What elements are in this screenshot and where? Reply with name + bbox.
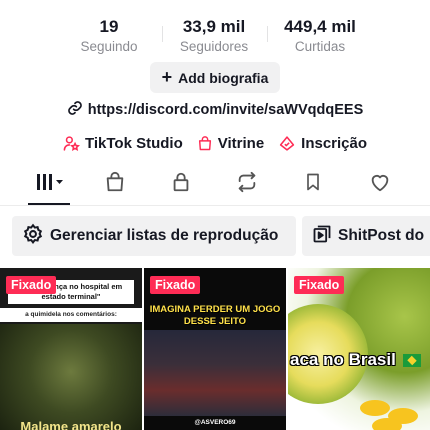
video-handle: @ASVERO69: [194, 419, 236, 426]
followers-count: 33,9 mil: [182, 17, 246, 36]
tiktok-studio-label: TikTok Studio: [84, 134, 183, 152]
vitrine-label: Vitrine: [217, 134, 265, 152]
video-overlay-label: aca no Brasil: [290, 350, 396, 369]
gear-icon: [22, 223, 44, 250]
tab-favorites[interactable]: [283, 166, 343, 202]
manage-playlists-label: Gerenciar listas de reprodução: [50, 227, 279, 244]
profile-stats: 19 Seguindo 33,9 mil Seguidores 449,4 mi…: [0, 16, 430, 60]
repost-icon: [235, 171, 259, 198]
tab-liked[interactable]: [350, 166, 410, 202]
tiktok-studio-shortcut[interactable]: TikTok Studio: [63, 135, 183, 152]
profile-link[interactable]: https://discord.com/invite/saWVqdqEES: [0, 100, 430, 120]
video-overlay-text: Malame amarelo: [20, 419, 122, 430]
following-count: 19: [99, 17, 119, 36]
plus-icon: +: [161, 66, 173, 87]
grid-icon: [35, 172, 65, 197]
followers-label: Seguidores: [179, 39, 249, 54]
video-thumbnail[interactable]: Fixado IMAGINA PERDER UM JOGO DESSE JEIT…: [144, 268, 286, 430]
heart-icon: [368, 171, 392, 198]
inscricao-label: Inscrição: [301, 134, 368, 152]
tab-private[interactable]: [151, 166, 211, 202]
followers-stat[interactable]: 33,9 mil Seguidores: [162, 16, 266, 56]
pinned-badge: Fixado: [150, 276, 201, 294]
inscricao-shortcut[interactable]: Inscrição: [278, 135, 367, 152]
link-icon: [67, 100, 83, 120]
following-stat[interactable]: 19 Seguindo: [57, 16, 161, 56]
pinned-badge: Fixado: [294, 276, 345, 294]
vitrine-shortcut[interactable]: Vitrine: [197, 135, 264, 152]
person-star-icon: [63, 135, 80, 152]
subscription-icon: [278, 135, 296, 152]
tab-videos[interactable]: [20, 166, 80, 202]
video-overlay-text: aca no Brasil: [288, 350, 430, 370]
pinned-badge: Fixado: [6, 276, 57, 294]
playlist-label: ShitPost do: [338, 227, 425, 244]
profile-shortcuts: TikTok Studio Vitrine Inscrição: [0, 132, 430, 154]
playlist-shitpost[interactable]: ShitPost do: [302, 216, 430, 256]
likes-count: 449,4 mil: [284, 17, 356, 36]
brazil-flag-icon: [402, 354, 421, 368]
video-thumbnail[interactable]: Fixado aca no Brasil: [288, 268, 430, 430]
likes-label: Curtidas: [294, 39, 346, 54]
manage-playlists-button[interactable]: Gerenciar listas de reprodução: [12, 216, 296, 256]
add-bio-button[interactable]: + Add biografia: [150, 62, 280, 93]
playlist-icon: [312, 224, 332, 249]
video-overlay-text: IMAGINA PERDER UM JOGO DESSE JEITO: [149, 304, 281, 327]
fruit-seed-artwork: [360, 400, 390, 416]
likes-stat[interactable]: 449,4 mil Curtidas: [268, 16, 372, 56]
video-artwork: [0, 324, 142, 430]
video-subcaption: a quimidela nos comentários:: [0, 308, 142, 322]
link-url: https://discord.com/invite/saWVqdqEES: [87, 102, 364, 118]
fruit-seed-artwork: [372, 418, 402, 430]
add-bio-label: Add biografia: [178, 69, 269, 86]
bookmark-icon: [303, 171, 323, 198]
tab-shop[interactable]: [85, 166, 145, 202]
tab-reposts[interactable]: [217, 166, 277, 202]
profile-tabs: [0, 166, 430, 206]
tabs-divider: [0, 205, 430, 206]
following-label: Seguindo: [80, 39, 138, 54]
video-artwork: [144, 330, 286, 416]
video-thumbnail[interactable]: Fixado "uma criança no hospital em estad…: [0, 268, 142, 430]
shopping-bag-icon: [104, 171, 126, 198]
lock-icon: [170, 171, 192, 198]
shopping-bag-icon: [197, 135, 213, 152]
